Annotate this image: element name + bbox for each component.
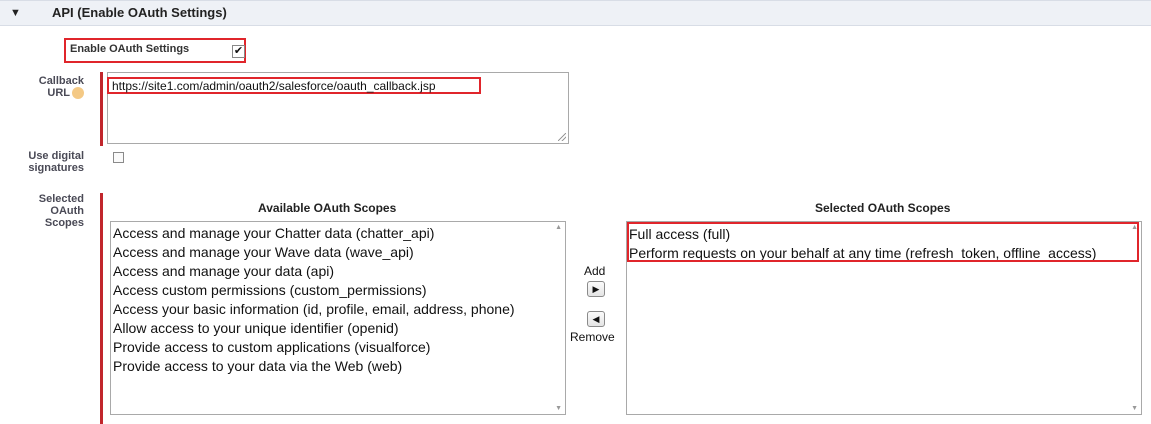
digital-signatures-label: Use digital signatures (28, 150, 84, 174)
triangle-down-icon[interactable]: ▼ (10, 7, 21, 19)
list-item[interactable]: Access your basic information (id, profi… (111, 300, 565, 319)
scroll-up-icon[interactable]: ▲ (555, 224, 562, 231)
remove-label: Remove (570, 330, 615, 344)
callback-url-value: https://site1.com/admin/oauth2/salesforc… (112, 79, 436, 93)
scroll-down-icon[interactable]: ▼ (555, 405, 562, 412)
available-scopes-list[interactable]: Access and manage your Chatter data (cha… (110, 221, 566, 415)
section-header[interactable]: ▼ API (Enable OAuth Settings) (0, 0, 1151, 26)
scroll-down-icon[interactable]: ▼ (1131, 405, 1138, 412)
remove-button[interactable]: ◀ (587, 311, 605, 327)
add-label: Add (584, 264, 606, 278)
add-button[interactable]: ▶ (587, 281, 605, 297)
list-item[interactable]: Provide access to your data via the Web … (111, 357, 565, 376)
help-icon[interactable] (72, 87, 84, 100)
resize-grip-icon[interactable] (558, 133, 566, 141)
required-indicator (100, 193, 103, 424)
section-title: API (Enable OAuth Settings) (52, 5, 227, 20)
available-scopes-title: Available OAuth Scopes (258, 201, 397, 215)
list-item[interactable]: Access custom permissions (custom_permis… (111, 281, 565, 300)
list-item[interactable]: Allow access to your unique identifier (… (111, 319, 565, 338)
enable-oauth-label: Enable OAuth Settings (70, 43, 190, 55)
callback-url-highlight: https://site1.com/admin/oauth2/salesforc… (107, 77, 481, 94)
digital-signatures-checkbox[interactable] (113, 152, 124, 163)
list-item[interactable]: Provide access to custom applications (v… (111, 338, 565, 357)
list-item[interactable]: Access and manage your Wave data (wave_a… (111, 243, 565, 262)
selected-scopes-highlight (627, 222, 1139, 262)
enable-oauth-checkbox[interactable]: ✔ (232, 45, 245, 58)
list-item[interactable]: Access and manage your Chatter data (cha… (111, 224, 565, 243)
callback-url-label: Callback URL (38, 75, 84, 100)
list-item[interactable]: Access and manage your data (api) (111, 262, 565, 281)
selected-scopes-title: Selected OAuth Scopes (815, 201, 951, 215)
required-indicator (100, 72, 103, 146)
enable-oauth-row: Enable OAuth Settings ✔ (64, 38, 246, 63)
selected-scopes-label: Selected OAuth Scopes (38, 193, 84, 229)
